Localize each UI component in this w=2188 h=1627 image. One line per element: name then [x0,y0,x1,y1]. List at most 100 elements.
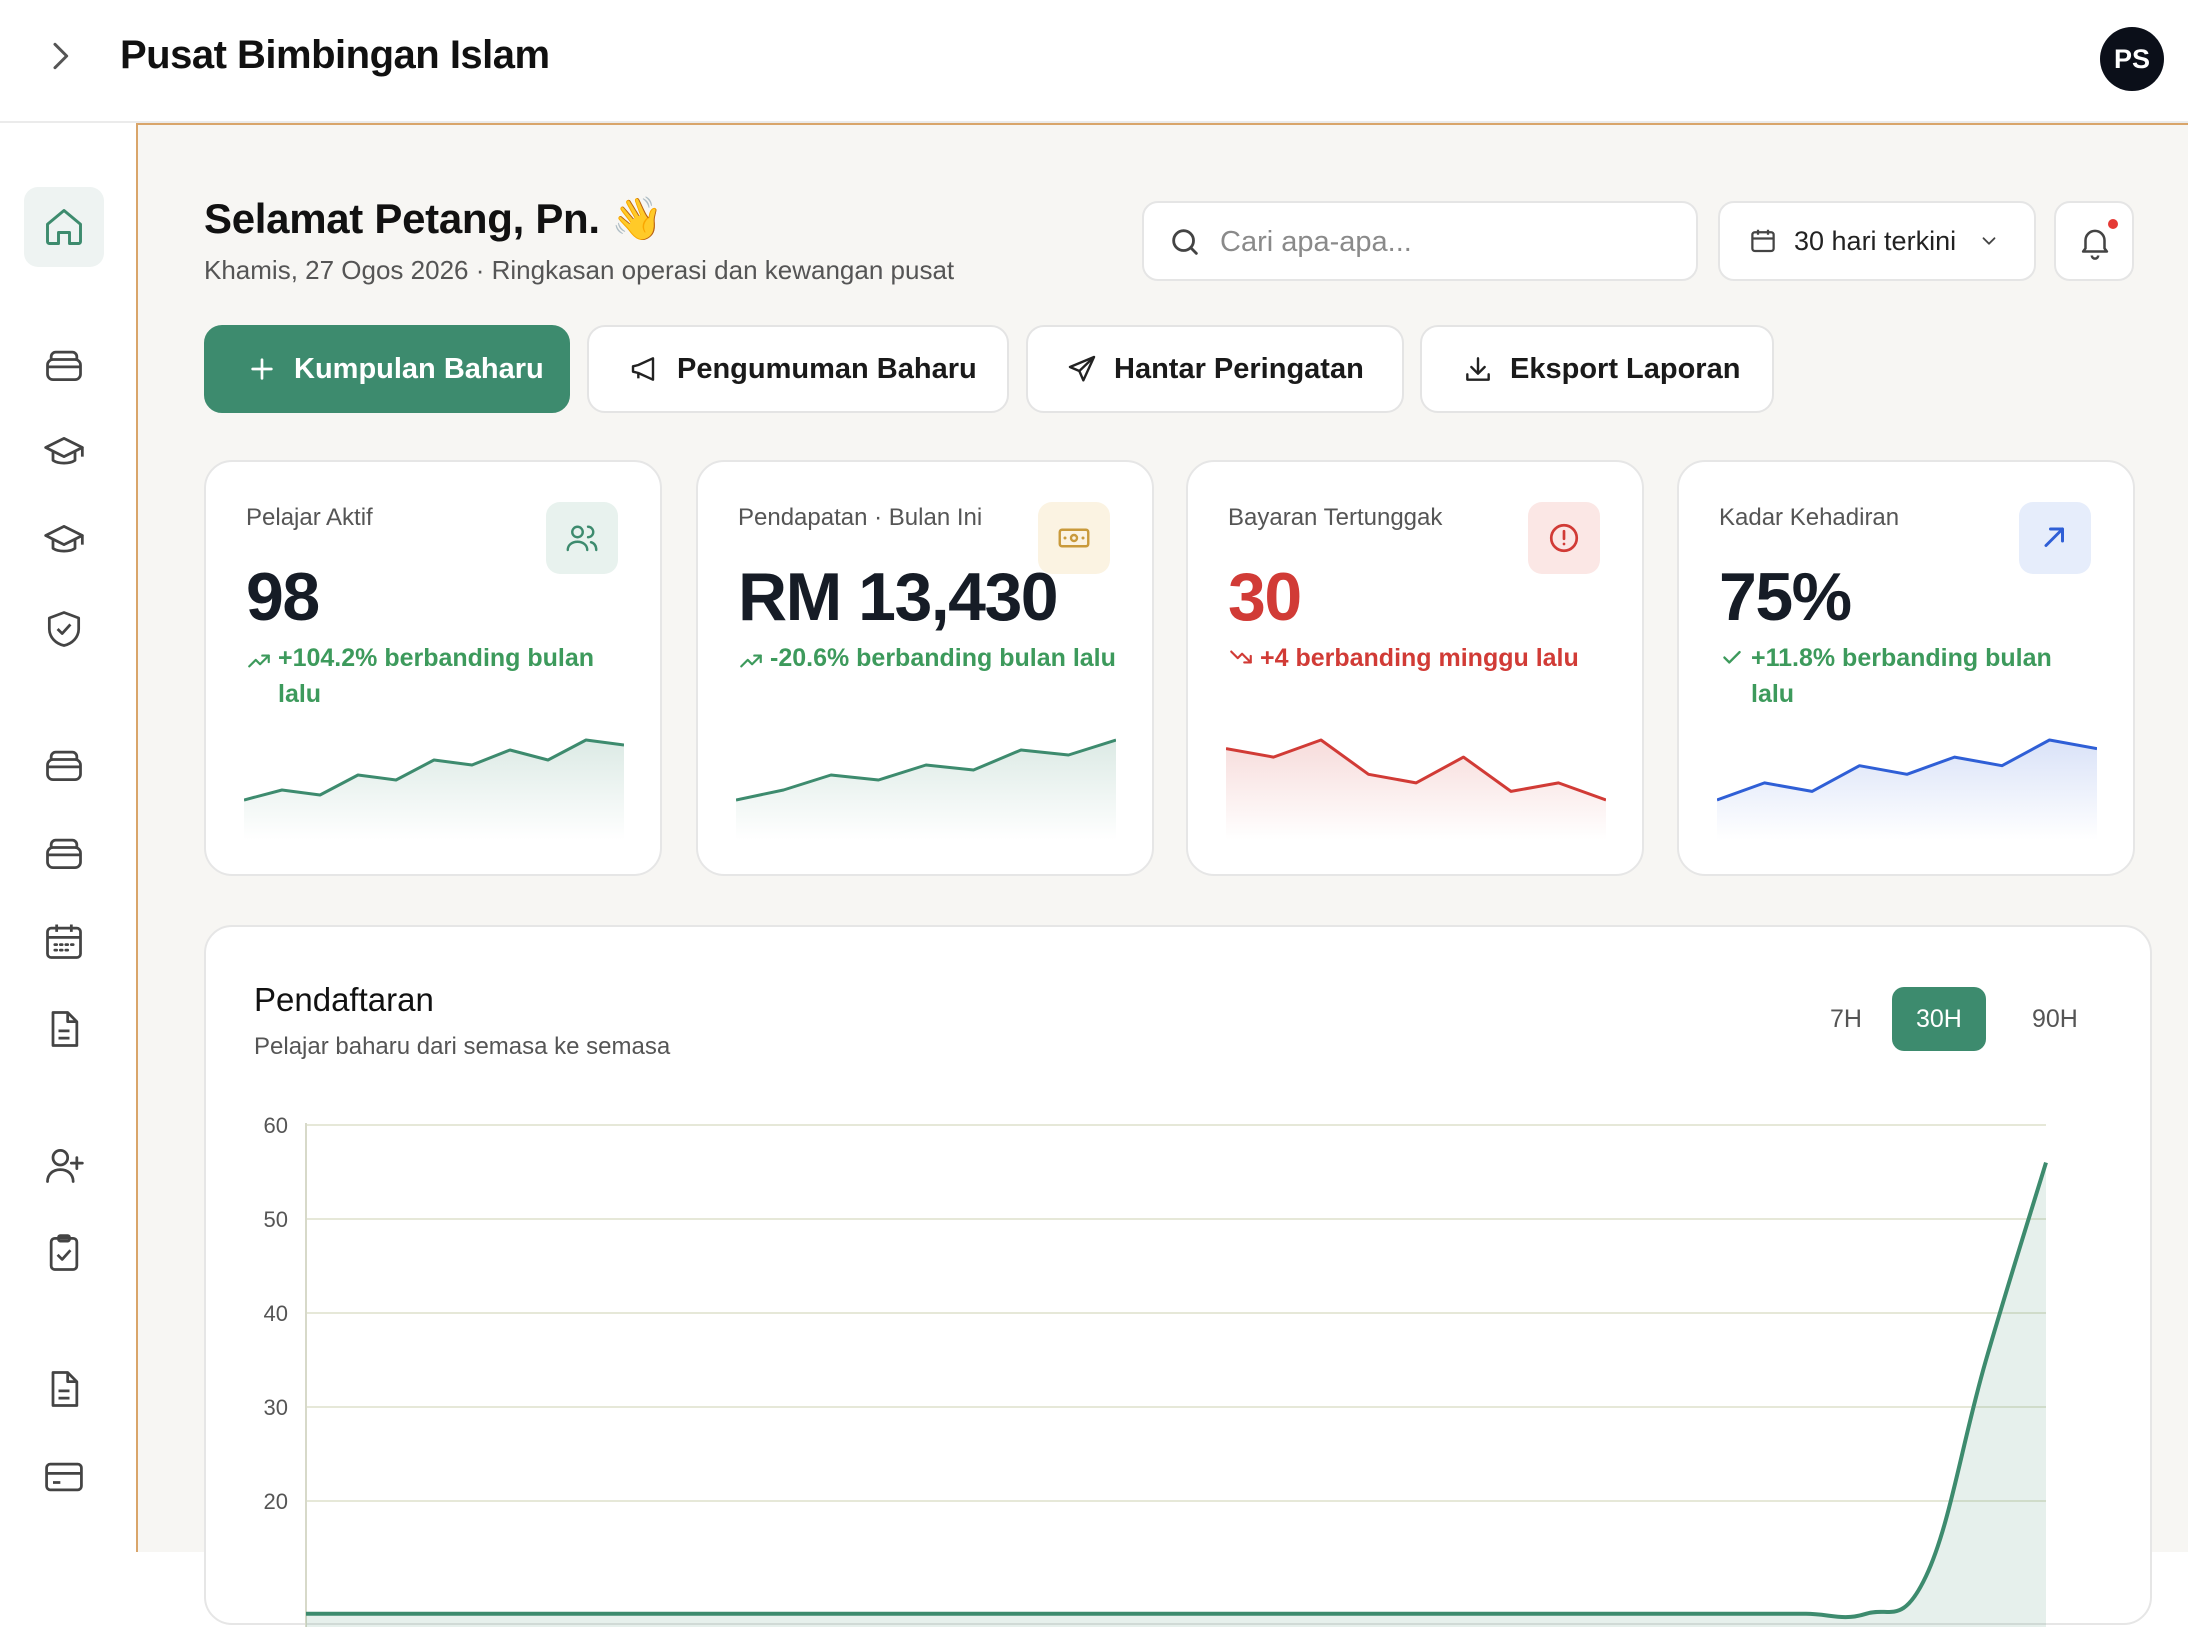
sidebar-item-documents-2[interactable] [24,1349,104,1429]
plus-icon [251,358,273,380]
search-box[interactable] [1142,201,1698,281]
graduation-cap-icon [44,524,84,553]
stat-card-outstanding: Bayaran Tertunggak 30 +4 berbanding ming… [1186,460,1644,876]
clipboard-check-icon [49,1234,79,1271]
sidebar-item-layers-2[interactable] [24,725,104,805]
users-icon [566,525,598,552]
alert-circle-icon [1549,523,1579,553]
series-area [306,1162,2046,1627]
chart-subtitle: Pelajar baharu dari semasa ke semasa [254,1033,671,1060]
new-announcement-label: Pengumuman Baharu [677,352,977,385]
sidebar-item-courses-1[interactable] [24,413,104,493]
send-reminder-button[interactable]: Hantar Peringatan [1026,325,1404,413]
sidebar-item-security[interactable] [24,589,104,669]
calendar-icon [46,924,82,959]
page-title: Selamat Petang, Pn. 👋 [204,195,664,242]
range-tab-90h[interactable]: 90H [2008,987,2102,1051]
send-icon [1068,355,1096,382]
stat-label: Bayaran Tertunggak [1228,504,1443,531]
sparkline [1226,738,1606,840]
stat-value: RM 13,430 [738,559,1059,635]
app-title: Pusat Bimbingan Islam [120,33,550,77]
search-input[interactable] [1220,221,1680,263]
chart-title: Pendaftaran [254,981,434,1018]
sidebar-item-calendar[interactable] [24,901,104,981]
megaphone-icon [631,357,655,381]
range-tab-30h[interactable]: 30H [1892,987,1986,1051]
y-tick-label: 30 [264,1395,288,1420]
range-tab-7h[interactable]: 7H [1806,987,1886,1051]
export-report-button[interactable]: Eksport Laporan [1420,325,1774,413]
layers-icon [46,350,82,382]
stat-delta: +104.2% berbanding bulan lalu [246,640,626,712]
sidebar-item-layers-1[interactable] [24,325,104,405]
sidebar-item-attendance[interactable] [24,1213,104,1293]
stat-delta-text: +4 berbanding minggu lalu [1260,644,1579,672]
new-announcement-button[interactable]: Pengumuman Baharu [587,325,1009,413]
notifications-button[interactable] [2054,201,2134,281]
sparkline-area [244,740,624,840]
sidebar [0,125,138,1552]
arrow-up-right-icon [2044,527,2064,547]
notification-dot [2108,219,2118,229]
layers-icon [46,838,82,870]
bell-icon [2081,229,2109,260]
stat-delta: -20.6% berbanding bulan lalu [738,640,1118,676]
stat-label: Kadar Kehadiran [1719,504,1900,531]
sidebar-item-documents-1[interactable] [24,989,104,1069]
stat-label: Pelajar Aktif [246,504,373,531]
sidebar-item-layers-3[interactable] [24,813,104,893]
credit-card-icon [45,1462,83,1492]
top-bar: Pusat Bimbingan Islam PS [0,0,2188,123]
stat-delta: +11.8% berbanding bulan lalu [1719,640,2099,712]
y-tick-label: 20 [264,1489,288,1514]
stat-card-revenue: Pendapatan · Bulan Ini RM 13,430 -20.6% … [696,460,1154,876]
stat-icon-box [2019,502,2091,574]
sidebar-item-courses-2[interactable] [24,501,104,581]
stat-card-attendance: Kadar Kehadiran 75% +11.8% berbanding bu… [1677,460,2135,876]
layers-icon [46,750,82,782]
graduation-cap-icon [44,436,84,465]
new-class-button[interactable]: Kumpulan Baharu [204,325,570,413]
sparkline [1717,738,2097,840]
trending-up-icon [248,654,270,668]
date-range-label: 30 hari terkini [1794,225,1957,256]
sparkline [736,738,1116,840]
send-reminder-label: Hantar Peringatan [1114,352,1364,385]
chevron-down-icon [1982,237,1996,245]
stat-card-active-students: Pelajar Aktif 98 +104.2% berbanding bula… [204,460,662,876]
shield-check-icon [47,611,81,647]
check-icon [1723,650,1741,664]
stat-value: 98 [246,559,320,635]
stat-delta: +4 berbanding minggu lalu [1228,640,1608,676]
export-report-label: Eksport Laporan [1510,352,1741,385]
main-content: Selamat Petang, Pn. 👋 Khamis, 27 Ogos 20… [136,123,2188,1627]
sidebar-item-add-user[interactable] [24,1125,104,1205]
chevron-right-icon[interactable] [40,36,80,76]
enrollment-chart-card: 60 50 40 30 20 Pendaftaran Pelajar baharu da… [204,925,2152,1627]
y-tick-label: 60 [264,1113,288,1138]
date-range-select[interactable]: 30 hari terkini [1718,201,2036,281]
sidebar-item-payments[interactable] [24,1437,104,1517]
avatar[interactable]: PS [2100,27,2164,91]
search-icon [1172,229,1198,255]
user-plus-icon [46,1148,84,1183]
sparkline-area [1717,740,2097,840]
trending-down-icon [1230,650,1252,664]
document-icon [51,1011,79,1047]
y-tick-label: 40 [264,1301,288,1326]
y-tick-label: 50 [264,1207,288,1232]
stat-delta-text: -20.6% berbanding bulan lalu [770,644,1116,672]
stat-label: Pendapatan · Bulan Ini [738,504,983,531]
stat-value: 75% [1719,559,1852,635]
sidebar-item-home[interactable] [24,187,104,267]
stat-icon-box [546,502,618,574]
banknote-icon [1058,528,1090,548]
page-subtitle: Khamis, 27 Ogos 2026 · Ringkasan operasi… [204,255,955,285]
home-icon [46,209,82,245]
stat-delta-text: +104.2% berbanding bulan lalu [278,644,595,708]
stat-value: 30 [1228,559,1302,635]
download-icon [1466,357,1490,381]
stat-delta-text: +11.8% berbanding bulan lalu [1751,644,2052,708]
series-line [305,1162,2048,1620]
